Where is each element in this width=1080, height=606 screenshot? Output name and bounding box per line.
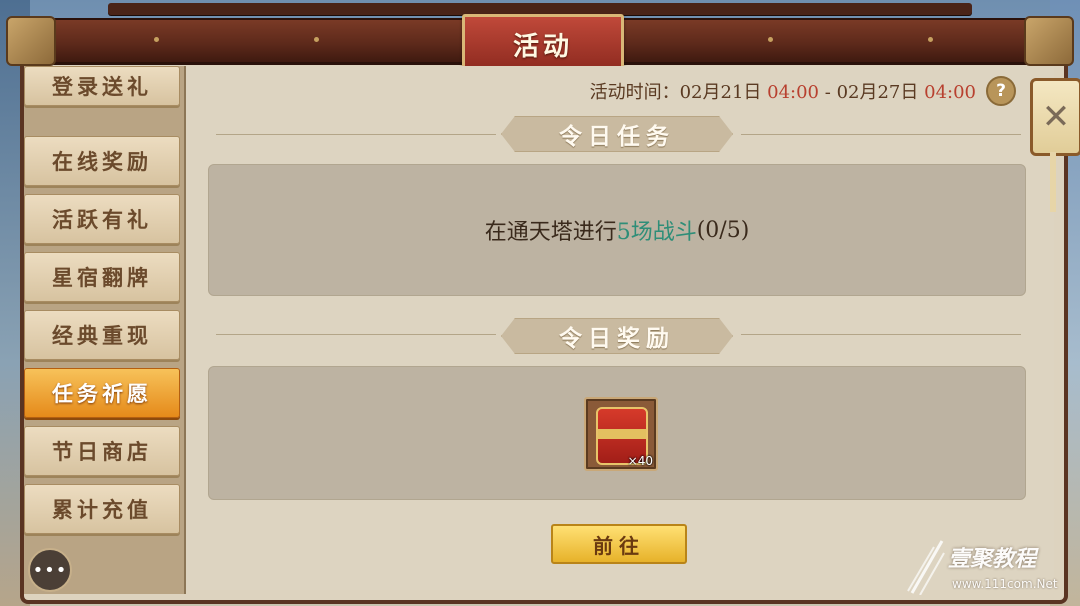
task-highlight: 5场战斗 (616, 220, 697, 245)
sidebar-item-label: 活跃有礼 (52, 207, 152, 232)
item-count: ×40 (627, 454, 653, 468)
roof-stud (154, 37, 159, 42)
activity-time-label: 活动时间： (589, 82, 680, 103)
section-title-reward: 令日奖励 (501, 318, 733, 354)
watermark-title: 壹聚教程 (948, 547, 1037, 572)
watermark-url: www.111com.Net (952, 577, 1058, 591)
help-button[interactable]: ? (986, 76, 1016, 106)
lantern-tassel (1050, 152, 1056, 212)
task-progress: (0/5) (696, 217, 750, 243)
title-plaque: 活动 (462, 14, 624, 74)
go-button-label: 前往 (593, 533, 645, 558)
content-area: 活动时间：02月21日 04:00 - 02月27日 04:00 ? 令日任务 … (186, 66, 1054, 590)
section-title-text: 令日奖励 (559, 325, 675, 352)
watermark-logo-icon (907, 540, 945, 595)
sidebar-item-active-gift[interactable]: 活跃有礼 (24, 194, 180, 244)
sidebar-item-task-wish[interactable]: 任务祈愿 (24, 368, 180, 418)
roof-ornament-right (1024, 16, 1074, 66)
divider (216, 334, 496, 335)
sidebar-item-label: 累计充值 (52, 497, 152, 522)
divider (741, 334, 1021, 335)
sidebar-item-label: 星宿翻牌 (52, 265, 152, 290)
sidebar-item-online-reward[interactable]: 在线奖励 (24, 136, 180, 186)
sidebar-item-label: 任务祈愿 (52, 381, 152, 406)
end-time: 04:00 (924, 82, 976, 103)
watermark: 壹聚教程 www.111com.Net (900, 535, 1075, 601)
start-time: 04:00 (767, 82, 820, 103)
close-button[interactable]: ✕ (1030, 78, 1080, 156)
sidebar-item-label: 在线奖励 (52, 149, 152, 174)
end-date: 02月27日 (836, 82, 919, 103)
scroll-band (598, 429, 646, 439)
chat-button[interactable]: ••• (28, 548, 72, 592)
sidebar-item-star-flip[interactable]: 星宿翻牌 (24, 252, 180, 302)
reward-box: ×40 (208, 366, 1026, 500)
sidebar-item-login-gift[interactable]: 登录送礼 (24, 66, 180, 106)
sidebar-item-holiday-shop[interactable]: 节日商店 (24, 426, 180, 476)
roof-stud (928, 37, 933, 42)
section-title-text: 令日任务 (559, 123, 675, 150)
go-button[interactable]: 前往 (551, 524, 687, 564)
chat-bubble-icon: ••• (32, 559, 68, 581)
close-icon: ✕ (1041, 97, 1071, 137)
activity-time: 活动时间：02月21日 04:00 - 02月27日 04:00 (546, 78, 976, 104)
task-text: 在通天塔进行 (484, 220, 617, 245)
question-icon: ? (996, 81, 1006, 101)
sidebar-item-label: 登录送礼 (52, 74, 152, 99)
divider (216, 134, 496, 135)
sidebar-item-label: 经典重现 (52, 323, 152, 348)
page-title: 活动 (512, 31, 573, 62)
sidebar-item-label: 节日商店 (52, 439, 152, 464)
roof-stud (314, 37, 319, 42)
task-description: 在通天塔进行 5场战斗 (0/5) (209, 165, 1025, 295)
time-separator: - (824, 82, 831, 103)
section-title-task: 令日任务 (501, 116, 733, 152)
sidebar-item-cumulative-recharge[interactable]: 累计充值 (24, 484, 180, 534)
roof-stud (768, 37, 773, 42)
task-box: 在通天塔进行 5场战斗 (0/5) (208, 164, 1026, 296)
start-date: 02月21日 (679, 82, 762, 103)
sidebar: 登录送礼 在线奖励 活跃有礼 星宿翻牌 经典重现 任务祈愿 节日商店 累计充值 (24, 66, 186, 594)
sidebar-item-classic-return[interactable]: 经典重现 (24, 310, 180, 360)
roof-ornament-left (6, 16, 56, 66)
divider (741, 134, 1021, 135)
reward-item-slot[interactable]: ×40 (584, 397, 658, 471)
